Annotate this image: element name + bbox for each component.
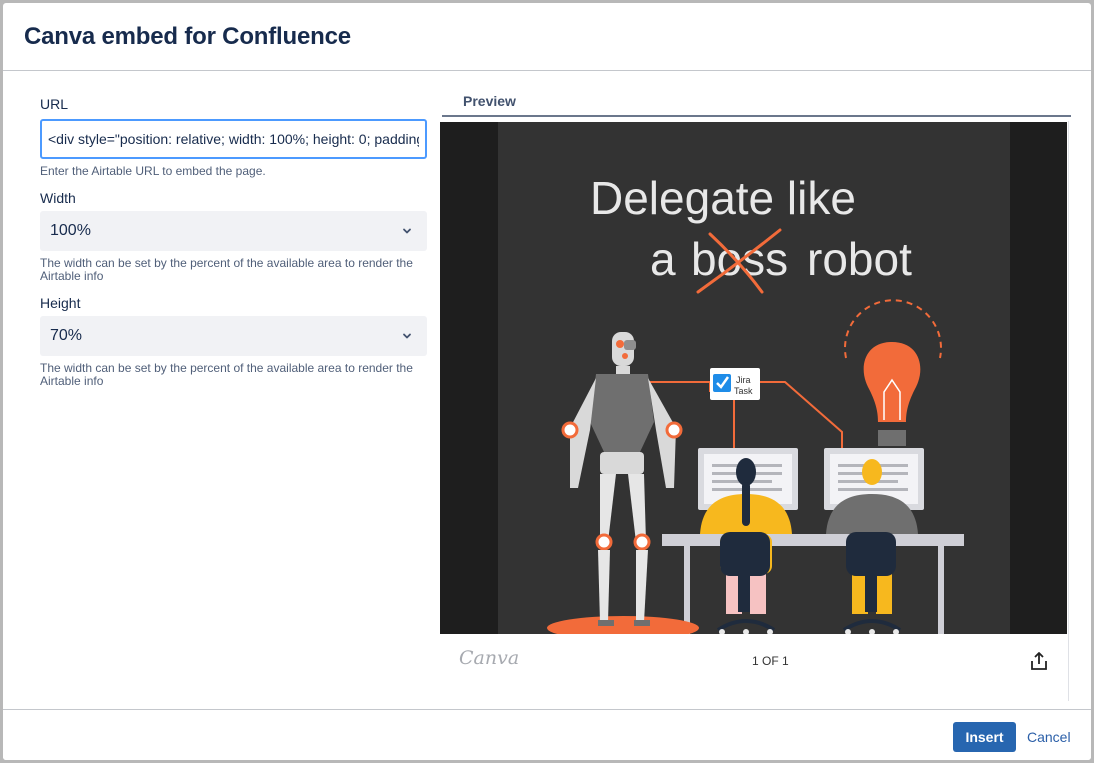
chevron-down-icon xyxy=(403,333,411,339)
connector-line xyxy=(760,381,843,448)
dialog-header: Canva embed for Confluence xyxy=(3,3,1091,71)
canva-embed-dialog: Canva embed for Confluence URL Enter the… xyxy=(3,3,1091,760)
task-card-label-2: Task xyxy=(734,386,753,396)
width-select-value: 100% xyxy=(50,222,91,239)
page-indicator: 1 OF 1 xyxy=(752,654,789,668)
preview-scrollbar[interactable] xyxy=(1068,121,1069,701)
headline-robot: robot xyxy=(807,233,912,285)
embed-settings-form: URL Enter the Airtable URL to embed the … xyxy=(40,96,427,388)
share-icon[interactable] xyxy=(1028,650,1050,672)
width-label: Width xyxy=(40,190,76,206)
url-help-text: Enter the Airtable URL to embed the page… xyxy=(40,164,266,178)
width-help-text: The width can be set by the percent of t… xyxy=(40,256,413,283)
dialog-title: Canva embed for Confluence xyxy=(24,23,351,50)
height-help-text: The width can be set by the percent of t… xyxy=(40,361,413,388)
tab-preview[interactable]: Preview xyxy=(463,93,516,109)
headline-boss: boss xyxy=(691,233,788,285)
canva-embed-frame[interactable]: Delegate like a boss robot Jira Task xyxy=(440,122,1067,634)
desk-leg xyxy=(938,546,944,634)
cancel-button[interactable]: Cancel xyxy=(1021,722,1077,752)
height-select[interactable]: 70% xyxy=(40,316,427,356)
dialog-footer: Insert Cancel xyxy=(3,709,1091,760)
width-select[interactable]: 100% xyxy=(40,211,427,251)
desk xyxy=(662,534,964,546)
height-label: Height xyxy=(40,295,81,311)
headline-a: a xyxy=(650,233,676,285)
design-illustration: Delegate like a boss robot Jira Task xyxy=(547,172,964,634)
embed-footer: Canva 1 OF 1 xyxy=(440,634,1067,684)
light-bulb-icon xyxy=(844,299,942,446)
canva-logo: Canva xyxy=(459,647,520,669)
chevron-down-icon xyxy=(403,228,411,234)
insert-button[interactable]: Insert xyxy=(953,722,1016,752)
desk-leg xyxy=(684,546,690,634)
task-card-label-1: Jira xyxy=(736,375,751,385)
url-label: URL xyxy=(40,96,69,112)
robot-figure xyxy=(547,332,699,634)
height-select-value: 70% xyxy=(50,327,83,344)
tab-underline xyxy=(442,115,1071,117)
jira-task-card: Jira Task xyxy=(710,368,760,400)
headline-line-1: Delegate like xyxy=(590,172,856,224)
url-input[interactable] xyxy=(40,119,427,159)
